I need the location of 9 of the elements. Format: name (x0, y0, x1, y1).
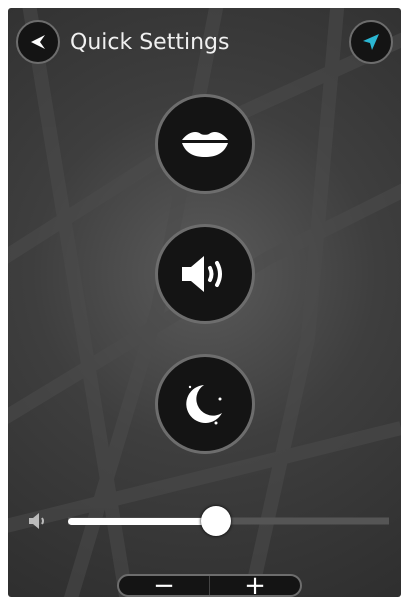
navigation-arrow-icon (361, 32, 381, 52)
back-arrow-icon (29, 33, 47, 51)
zoom-in-button[interactable]: + (210, 576, 300, 595)
screen-title: Quick Settings (70, 30, 230, 54)
back-button[interactable] (16, 20, 60, 64)
slider-thumb[interactable] (200, 506, 231, 536)
lips-icon (180, 130, 230, 158)
navigation-button[interactable] (349, 20, 393, 64)
zoom-out-button[interactable]: − (119, 576, 209, 595)
